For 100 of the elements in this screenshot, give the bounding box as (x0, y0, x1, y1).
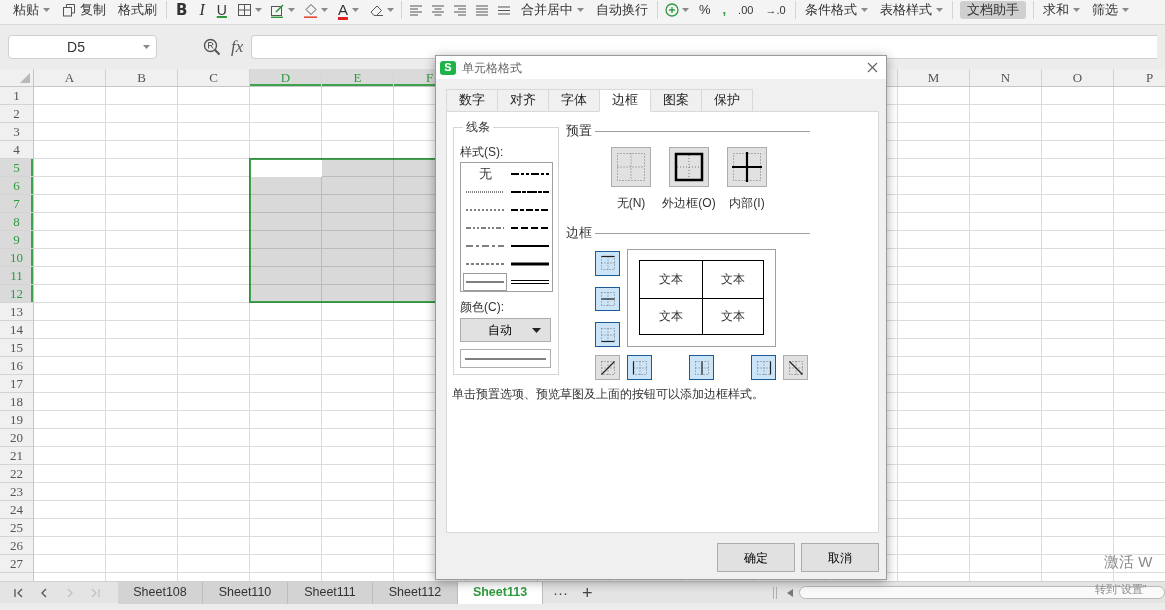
row-header[interactable]: 24 (0, 501, 33, 518)
column-header[interactable]: M (898, 69, 969, 86)
row-header[interactable]: 21 (0, 447, 33, 464)
corner-triangle-icon (20, 73, 30, 83)
column-header[interactable]: P (1114, 69, 1165, 86)
sheet-tab[interactable]: Sheet113 (458, 581, 543, 604)
wrap-text-button[interactable]: 自动换行 (593, 2, 650, 18)
underline-button[interactable]: U (214, 2, 229, 18)
sheet-tab[interactable]: Sheet108 (118, 581, 203, 604)
caret-icon[interactable] (386, 8, 394, 12)
italic-button[interactable]: I (197, 2, 207, 18)
column-header[interactable]: N (970, 69, 1041, 86)
formula-input[interactable] (251, 35, 1157, 59)
dialog-tab[interactable]: 边框 (599, 89, 651, 112)
add-sheet-button[interactable]: + (578, 583, 597, 602)
magnifier-icon[interactable] (203, 38, 221, 56)
cancel-button[interactable]: 取消 (801, 543, 879, 572)
dialog-tab[interactable]: 字体 (548, 89, 599, 112)
dialog-tab[interactable]: 对齐 (497, 89, 548, 112)
row-header[interactable]: 2 (0, 105, 33, 122)
row-header[interactable]: 14 (0, 321, 33, 338)
column-header[interactable]: B (106, 69, 177, 86)
row-header[interactable]: 13 (0, 303, 33, 320)
grip-icon[interactable] (773, 586, 777, 599)
color-dropdown[interactable]: 自动 (460, 318, 551, 342)
row-header[interactable]: 26 (0, 537, 33, 554)
line-sample-icon (466, 225, 504, 231)
paste-button[interactable]: 粘贴 (11, 2, 52, 18)
row-header[interactable]: 19 (0, 411, 33, 428)
border-toggle-button[interactable] (595, 322, 620, 347)
sum-button[interactable]: 求和 (1040, 2, 1082, 18)
table-style-button[interactable]: 表格样式 (877, 2, 945, 18)
border-toggle-button[interactable] (689, 355, 714, 380)
row-header[interactable]: 20 (0, 429, 33, 446)
column-header[interactable]: A (34, 69, 105, 86)
preview-text: 文本 (720, 309, 745, 324)
pencil-square-icon[interactable] (269, 2, 285, 18)
cross-lines-icon (732, 152, 762, 182)
copy-button[interactable]: 复制 (60, 2, 108, 18)
align-distributed-icon[interactable] (496, 3, 511, 17)
row-header[interactable]: 16 (0, 357, 33, 374)
border-toggle-button[interactable] (751, 355, 776, 380)
line-sample-icon (511, 225, 549, 231)
preset-button[interactable] (669, 147, 709, 187)
format-painter-button[interactable]: 格式刷 (116, 2, 159, 18)
row-header[interactable]: 4 (0, 141, 33, 158)
close-icon[interactable] (867, 62, 878, 73)
align-justify-icon[interactable] (474, 3, 489, 17)
conditional-format-button[interactable]: 条件格式 (802, 2, 870, 18)
border-toggle-button[interactable] (595, 355, 620, 380)
align-right-icon[interactable] (452, 3, 467, 17)
row-header[interactable]: 23 (0, 483, 33, 500)
row-header[interactable]: 27 (0, 555, 33, 572)
more-sheets-button[interactable]: ··· (549, 583, 572, 602)
border-toggle-button[interactable] (627, 355, 652, 380)
line-style-option[interactable]: 无 (463, 165, 507, 183)
filter-button[interactable]: 筛选 (1089, 2, 1131, 18)
horizontal-scrollbar[interactable] (799, 586, 1165, 599)
caret-icon (532, 327, 541, 333)
preset-button[interactable] (727, 147, 767, 187)
row-header[interactable]: 3 (0, 123, 33, 140)
assistant-button[interactable]: 文档助手 (959, 1, 1026, 19)
font-color-button[interactable]: A (335, 2, 361, 18)
name-box[interactable]: D5 (8, 35, 157, 59)
row-header[interactable]: 17 (0, 375, 33, 392)
row-header[interactable]: 15 (0, 339, 33, 356)
paint-bucket-icon[interactable] (302, 2, 318, 18)
border-toggle-button[interactable] (595, 286, 620, 312)
row-header[interactable]: 18 (0, 393, 33, 410)
align-center-icon[interactable] (430, 3, 445, 17)
skip-left-icon[interactable] (13, 587, 25, 598)
caret-icon[interactable] (254, 8, 262, 12)
caret-icon[interactable] (681, 8, 689, 12)
sheet-tab[interactable]: Sheet111 (288, 581, 373, 604)
border-toggle-button[interactable] (595, 251, 620, 276)
sheet-tab[interactable]: Sheet112 (373, 581, 458, 604)
remove-decimal-button[interactable]: →.0 (763, 2, 788, 18)
sheet-tab[interactable]: Sheet110 (203, 581, 288, 604)
dialog-tab[interactable]: 数字 (446, 89, 497, 112)
merge-center-button[interactable]: 合并居中 (518, 2, 586, 18)
column-header[interactable]: O (1042, 69, 1113, 86)
percent-button[interactable]: % (696, 2, 713, 18)
caret-icon[interactable] (320, 8, 328, 12)
add-decimal-button[interactable]: .00 (736, 2, 756, 18)
column-header[interactable]: C (178, 69, 249, 86)
function-button[interactable]: fx (227, 34, 248, 60)
plus-circle-icon[interactable] (664, 3, 679, 17)
dialog-tab[interactable]: 保护 (701, 89, 753, 112)
row-header[interactable]: 25 (0, 519, 33, 536)
eraser-icon[interactable] (368, 3, 384, 17)
row-header[interactable]: 22 (0, 465, 33, 482)
border-toggle-button[interactable] (783, 355, 808, 380)
align-left-icon[interactable] (408, 3, 423, 17)
caret-icon[interactable] (287, 8, 295, 12)
ok-button[interactable]: 确定 (717, 543, 795, 572)
active-cell[interactable] (251, 160, 322, 177)
bold-button[interactable]: B (174, 2, 190, 18)
row-header[interactable]: 1 (0, 87, 33, 104)
grid-border-icon[interactable] (236, 3, 252, 17)
scroll-left-icon[interactable] (787, 588, 793, 597)
